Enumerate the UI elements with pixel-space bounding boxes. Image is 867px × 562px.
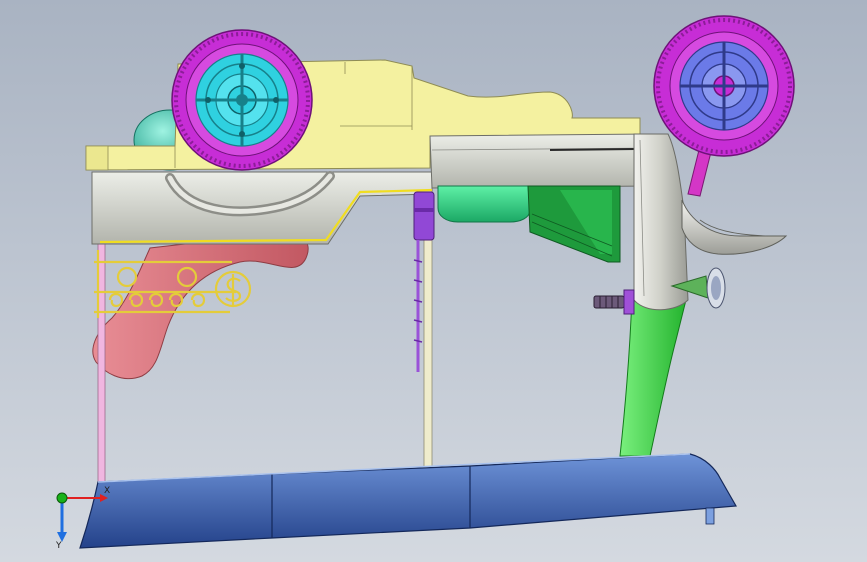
upper-arm (429, 133, 653, 189)
frame-beam (91, 171, 433, 245)
middle-support-rod (423, 239, 433, 469)
triad-y-label: Y (55, 541, 62, 551)
front-green-leg (619, 295, 687, 457)
rear-handle (92, 237, 309, 380)
triad-x-label: X (104, 486, 110, 496)
front-wheel (653, 15, 795, 157)
front-blade (681, 199, 788, 255)
assembly-drawing: X Y (55, 15, 795, 551)
triad-z-axis (56, 492, 68, 504)
side-screw (593, 289, 635, 315)
base-skid (79, 453, 737, 549)
rear-wheel (171, 29, 313, 171)
cad-viewport[interactable]: X Y (0, 0, 867, 562)
green-tank (437, 185, 621, 263)
